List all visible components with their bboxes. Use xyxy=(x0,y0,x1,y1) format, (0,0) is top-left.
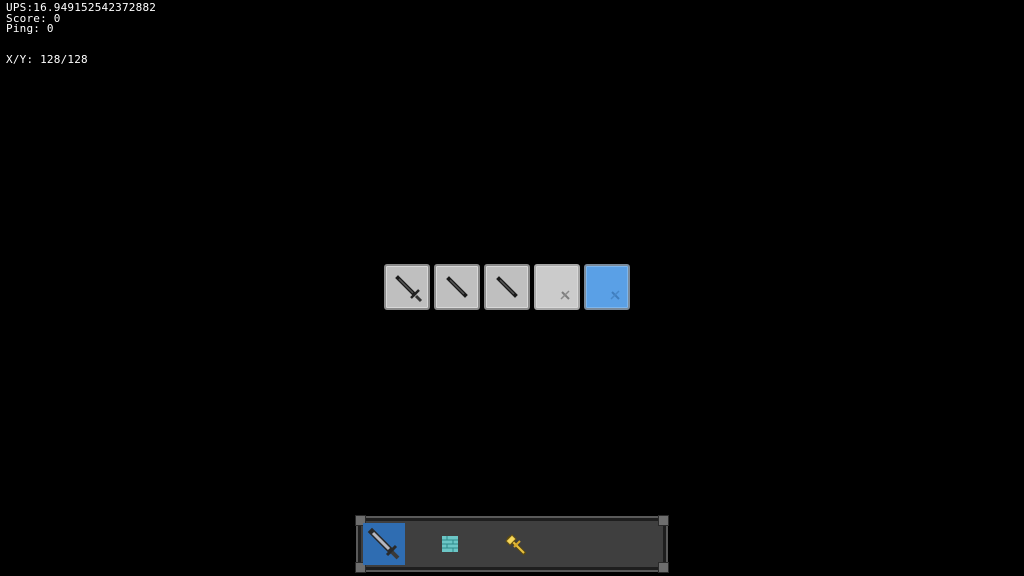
ability-slot-row xyxy=(384,264,630,310)
ping-readout: Ping: 0 xyxy=(6,22,54,35)
hotbar-item-brick[interactable] xyxy=(429,523,471,565)
sword-icon xyxy=(367,527,400,560)
slot-5[interactable] xyxy=(584,264,630,310)
hotbar-item-wand[interactable] xyxy=(494,523,536,565)
sword-icon xyxy=(395,275,423,303)
slot-4[interactable] xyxy=(534,264,580,310)
golden-wand-icon xyxy=(505,534,527,556)
brick-block-icon xyxy=(442,536,458,552)
hotbar xyxy=(355,515,669,573)
blade-icon xyxy=(496,276,518,298)
hotbar-corner xyxy=(658,515,669,526)
blade-icon xyxy=(446,276,468,298)
hotbar-corner xyxy=(658,562,669,573)
slot-1[interactable] xyxy=(384,264,430,310)
position-readout: X/Y: 128/128 xyxy=(6,52,88,66)
small-sword-icon xyxy=(610,290,620,300)
slot-2[interactable] xyxy=(434,264,480,310)
slot-3[interactable] xyxy=(484,264,530,310)
hotbar-item-sword[interactable] xyxy=(363,523,405,565)
debug-overlay: UPS:16.949152542372882 Score: 0 Ping: 0 … xyxy=(6,2,156,66)
small-sword-icon xyxy=(560,290,570,300)
